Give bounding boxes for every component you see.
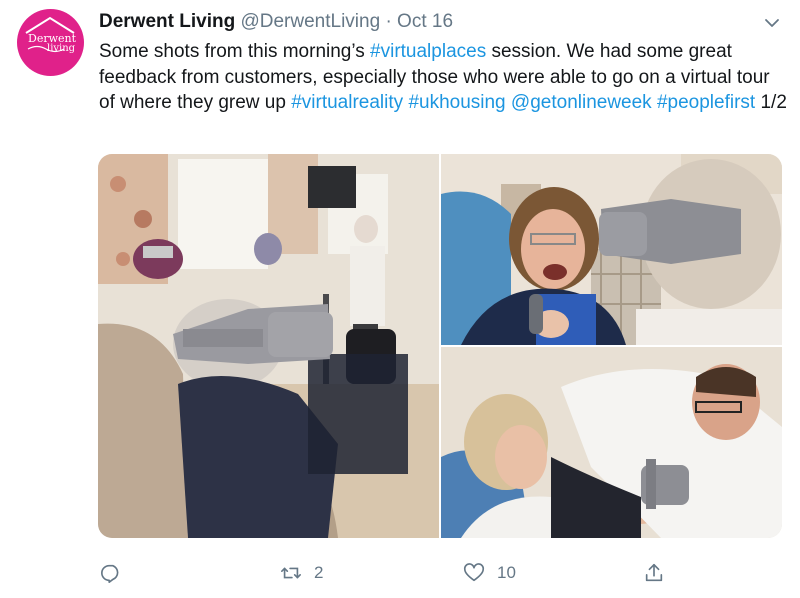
- like-count: 10: [497, 563, 516, 582]
- tweet-date[interactable]: Oct 16: [397, 11, 453, 32]
- reply-button[interactable]: [100, 558, 134, 588]
- hashtag-link[interactable]: #peoplefirst: [657, 92, 755, 113]
- share-icon: [645, 563, 663, 582]
- media-grid[interactable]: [98, 154, 782, 538]
- header-separator: ·: [385, 11, 392, 32]
- avatar-brand-text: Derwent living: [28, 33, 78, 54]
- hashtag-link[interactable]: #virtualplaces: [370, 41, 486, 62]
- share-button[interactable]: [643, 558, 665, 588]
- tweet-text: Some shots from this morning’s #virtualp…: [99, 39, 789, 116]
- more-options-button[interactable]: [762, 13, 782, 33]
- photo-vr-laughing-woman[interactable]: [441, 154, 782, 345]
- hashtag-link[interactable]: @getonlineweek: [511, 92, 652, 113]
- tweet-header: Derwent Living @DerwentLiving · Oct 16: [99, 11, 453, 35]
- avatar-text-living: living: [47, 43, 76, 54]
- tweet-text-segment: 1/2: [755, 92, 787, 113]
- photo-vr-helper-kneeling[interactable]: [441, 347, 782, 538]
- retweet-icon: [281, 567, 301, 579]
- like-button[interactable]: 10: [463, 558, 516, 588]
- reply-icon: [101, 564, 119, 583]
- tweet-actions: 2 10: [0, 558, 800, 588]
- photo-vr-lounge[interactable]: [98, 154, 439, 538]
- chevron-down-icon: [765, 19, 779, 27]
- hashtag-link[interactable]: #virtualreality: [291, 92, 403, 113]
- tweet-text-segment: Some shots from this morning’s: [99, 41, 371, 62]
- heart-icon: [463, 563, 485, 582]
- retweet-button[interactable]: 2: [280, 558, 323, 588]
- retweet-count: 2: [314, 563, 324, 582]
- author-handle[interactable]: @DerwentLiving: [240, 11, 380, 32]
- hashtag-link[interactable]: #ukhousing: [408, 92, 505, 113]
- avatar[interactable]: Derwent living: [17, 9, 84, 76]
- author-name[interactable]: Derwent Living: [99, 11, 235, 32]
